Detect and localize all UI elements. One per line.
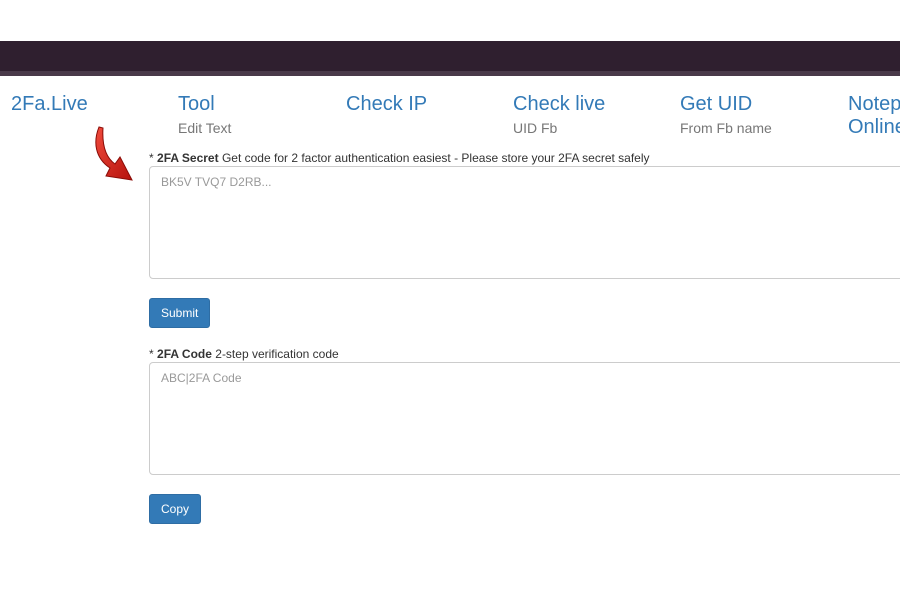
brand-link[interactable]: 2Fa.Live [11, 92, 88, 116]
secret-label-description: Get code for 2 factor authentication eas… [221, 151, 650, 165]
secret-required-mark: * [149, 151, 154, 165]
header-bar [0, 41, 900, 71]
secret-label-title: 2FA Secret [157, 151, 219, 165]
nav-item-check-live-sub: UID Fb [513, 120, 558, 136]
nav-item-check-live-label[interactable]: Check live [513, 92, 605, 116]
header-bar-strip [0, 71, 900, 76]
secret-label: * 2FA Secret Get code for 2 factor authe… [149, 151, 650, 165]
nav-item-notepad[interactable]: Notep Online [848, 92, 900, 138]
nav-item-get-uid-sub: From Fb name [680, 120, 772, 136]
submit-button[interactable]: Submit [149, 298, 211, 328]
code-label-title: 2FA Code [157, 347, 212, 361]
red-curved-arrow-icon [95, 126, 133, 181]
secret-textarea[interactable] [149, 166, 900, 279]
copy-button[interactable]: Copy [149, 494, 202, 524]
nav-item-notepad-sub[interactable]: Online [848, 116, 900, 138]
code-label-description: 2-step verification code [215, 347, 339, 361]
nav-item-get-uid-label[interactable]: Get UID [680, 92, 772, 116]
code-textarea[interactable] [149, 362, 900, 475]
nav-item-tool-label[interactable]: Tool [178, 92, 231, 116]
code-label: * 2FA Code 2-step verification code [149, 347, 339, 361]
nav-item-notepad-label[interactable]: Notep [848, 92, 900, 116]
nav-brand[interactable]: 2Fa.Live [11, 92, 88, 116]
nav-item-get-uid[interactable]: Get UID From Fb name [680, 92, 772, 137]
nav-item-check-ip-label[interactable]: Check IP [346, 92, 427, 116]
code-required-mark: * [149, 347, 154, 361]
nav-item-check-live[interactable]: Check live UID Fb [513, 92, 605, 137]
nav-item-tool-sub: Edit Text [178, 120, 232, 136]
nav-item-check-ip[interactable]: Check IP [346, 92, 427, 119]
top-spacer [0, 0, 900, 41]
nav-item-tool[interactable]: Tool Edit Text [178, 92, 231, 137]
